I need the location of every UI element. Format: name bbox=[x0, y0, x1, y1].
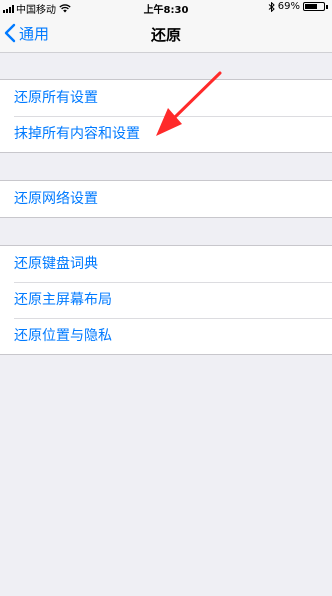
reset-home-screen-layout-cell[interactable]: 还原主屏幕布局 bbox=[0, 282, 332, 318]
status-right: 69% bbox=[268, 1, 328, 12]
reset-keyboard-dictionary-cell[interactable]: 还原键盘词典 bbox=[0, 246, 332, 282]
battery-icon bbox=[303, 2, 325, 11]
battery-nub bbox=[326, 4, 328, 9]
battery-percent: 69% bbox=[277, 1, 300, 12]
navigation-bar: 通用 还原 bbox=[0, 14, 332, 53]
battery-fill bbox=[305, 4, 318, 9]
bluetooth-icon bbox=[268, 1, 275, 12]
reset-network-settings-cell[interactable]: 还原网络设置 bbox=[0, 181, 332, 217]
page-title: 还原 bbox=[150, 26, 181, 44]
status-bar: 中国移动 上午8:30 69% bbox=[0, 0, 332, 16]
annotation-arrow bbox=[156, 71, 222, 136]
reset-group-3: 还原键盘词典 还原主屏幕布局 还原位置与隐私 bbox=[0, 245, 332, 355]
reset-group-2: 还原网络设置 bbox=[0, 180, 332, 218]
reset-location-privacy-cell[interactable]: 还原位置与隐私 bbox=[0, 318, 332, 354]
